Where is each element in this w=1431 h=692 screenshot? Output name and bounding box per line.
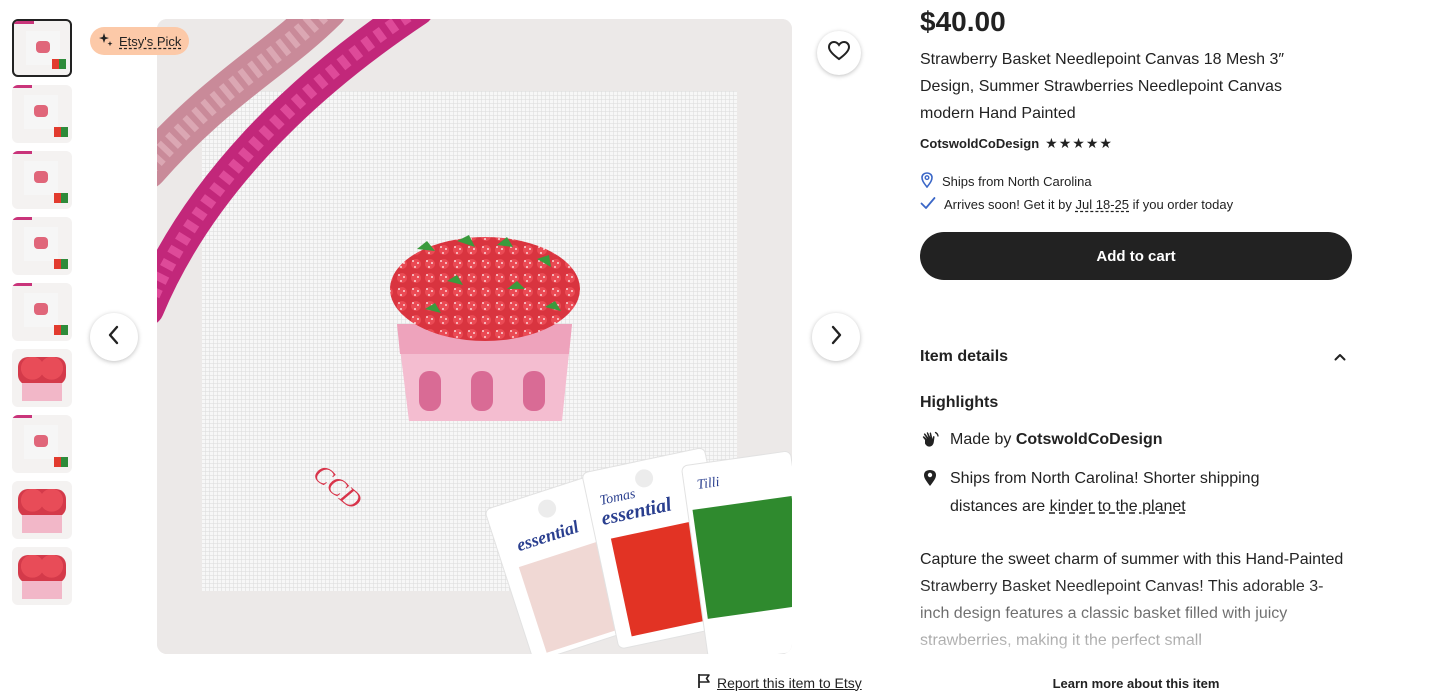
ships-highlight-row: Ships from North Carolina! Shorter shipp… bbox=[920, 465, 1330, 521]
favorite-button[interactable] bbox=[817, 31, 861, 75]
price: $40.00 bbox=[920, 6, 1006, 37]
thumbnail-strip bbox=[12, 19, 72, 613]
previous-image-button[interactable] bbox=[90, 313, 138, 361]
ships-from-text: Ships from North Carolina bbox=[942, 174, 1092, 189]
thumbnail-8[interactable] bbox=[12, 481, 72, 539]
arrival-row: Arrives soon! Get it by Jul 18-25 if you… bbox=[920, 196, 1233, 213]
made-by-prefix: Made by bbox=[950, 431, 1012, 448]
location-pin-icon bbox=[920, 172, 934, 191]
item-details-toggle[interactable]: Item details bbox=[920, 348, 1352, 366]
chevron-left-icon bbox=[107, 325, 121, 350]
hand-wave-icon bbox=[920, 426, 940, 454]
main-product-image: CCD essential Tomas essential Tilli bbox=[157, 19, 792, 654]
etsys-pick-badge[interactable]: Etsy's Pick bbox=[90, 27, 190, 55]
highlights-heading: Highlights bbox=[920, 394, 999, 411]
card3-brand: Tilli bbox=[696, 475, 721, 493]
add-to-cart-button[interactable]: Add to cart bbox=[920, 232, 1352, 280]
next-image-button[interactable] bbox=[812, 313, 860, 361]
flag-icon bbox=[697, 673, 711, 692]
made-by-row: Made by CotswoldCoDesign bbox=[920, 426, 1163, 454]
thumbnail-2[interactable] bbox=[12, 85, 72, 143]
rating-stars[interactable]: ★★★★★ bbox=[1045, 135, 1113, 152]
location-pin-icon bbox=[920, 465, 940, 521]
item-details-heading: Item details bbox=[920, 348, 1009, 365]
thumbnail-1[interactable] bbox=[12, 19, 72, 77]
thumbnail-3[interactable] bbox=[12, 151, 72, 209]
ships-from-row: Ships from North Carolina bbox=[920, 172, 1092, 191]
chevron-up-icon bbox=[1334, 348, 1346, 366]
sparkle-icon bbox=[98, 32, 114, 51]
shop-rating-row: CotswoldCoDesign ★★★★★ bbox=[920, 135, 1113, 152]
thumbnail-4[interactable] bbox=[12, 217, 72, 275]
heart-icon bbox=[827, 40, 851, 66]
shop-name-link[interactable]: CotswoldCoDesign bbox=[920, 136, 1039, 151]
arrival-date[interactable]: Jul 18-25 bbox=[1076, 197, 1129, 212]
listing-title: Strawberry Basket Needlepoint Canvas 18 … bbox=[920, 51, 1285, 122]
learn-more-button[interactable]: Learn more about this item bbox=[920, 676, 1352, 691]
report-item-link[interactable]: Report this item to Etsy bbox=[697, 673, 862, 692]
arrival-prefix: Arrives soon! Get it by bbox=[944, 197, 1072, 212]
thumbnail-7[interactable] bbox=[12, 415, 72, 473]
kinder-to-planet-link[interactable]: kinder to the planet bbox=[1050, 498, 1186, 515]
made-by-shop-link[interactable]: CotswoldCoDesign bbox=[1016, 431, 1163, 448]
badge-label: Etsy's Pick bbox=[119, 33, 182, 49]
thumbnail-9[interactable] bbox=[12, 547, 72, 605]
description-fade bbox=[920, 580, 1352, 670]
thumbnail-6[interactable] bbox=[12, 349, 72, 407]
chevron-right-icon bbox=[829, 325, 843, 350]
arrival-suffix: if you order today bbox=[1132, 197, 1234, 212]
checkmark-icon bbox=[920, 196, 936, 213]
report-label: Report this item to Etsy bbox=[717, 674, 862, 691]
thumbnail-5[interactable] bbox=[12, 283, 72, 341]
